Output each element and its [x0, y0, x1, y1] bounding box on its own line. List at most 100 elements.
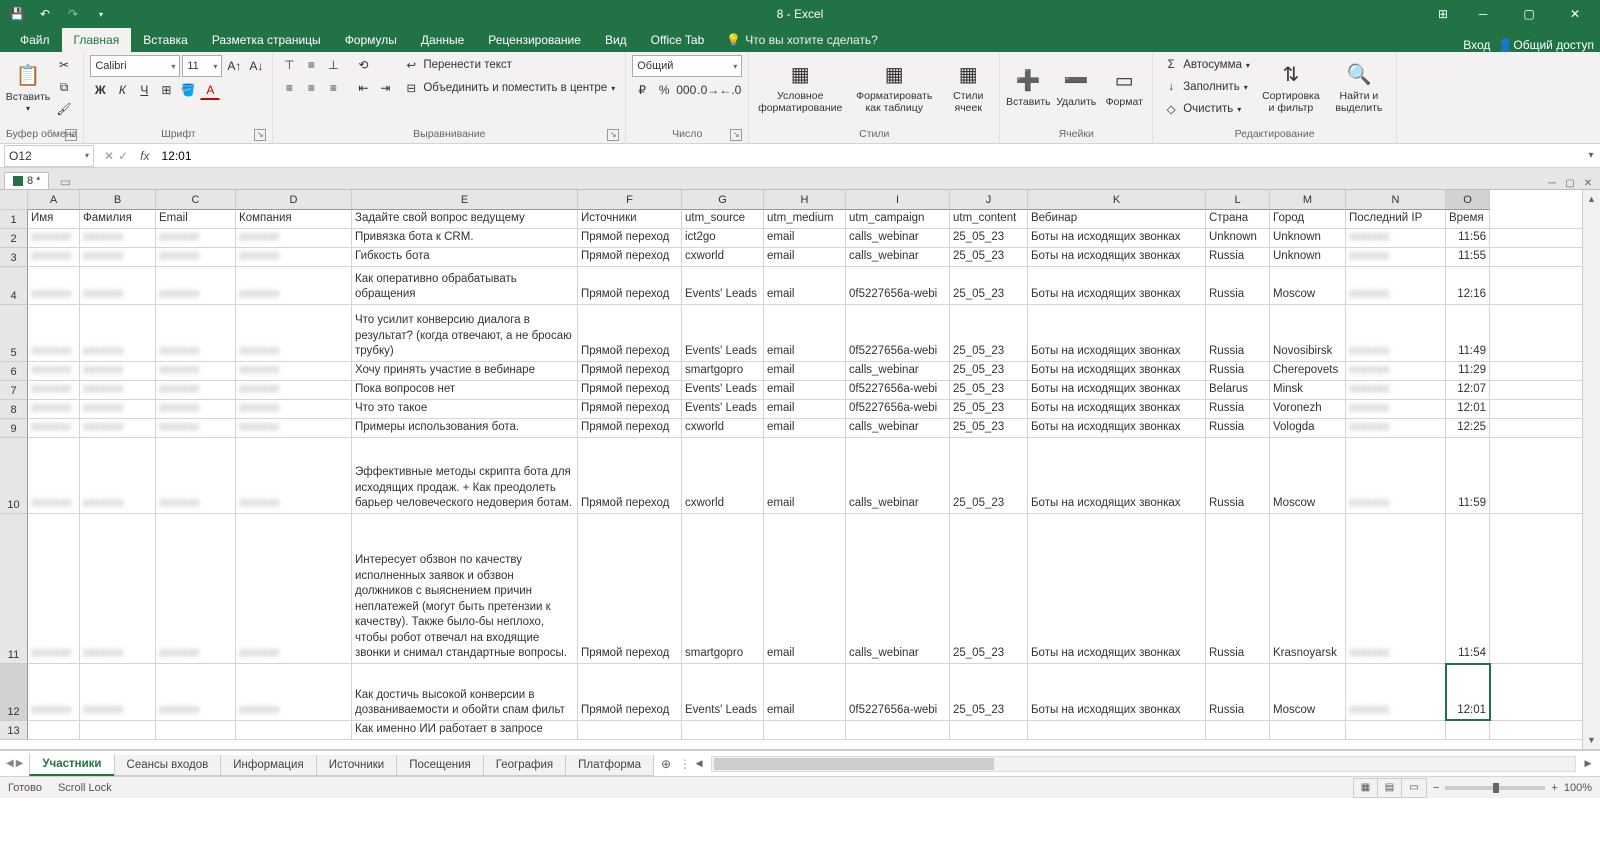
- horizontal-scrollbar[interactable]: ◀ ▶: [687, 756, 1600, 772]
- cell[interactable]: Интересует обзвон по качеству исполненны…: [352, 514, 578, 663]
- help-icon[interactable]: ⊞: [1428, 0, 1458, 28]
- format-as-table-button[interactable]: ▦Форматировать как таблицу: [849, 55, 939, 121]
- minimize-button[interactable]: ─: [1462, 0, 1504, 28]
- align-top-icon[interactable]: ⊤: [279, 55, 299, 75]
- cell[interactable]: calls_webinar: [846, 248, 950, 266]
- header-cell[interactable]: Город: [1270, 210, 1346, 228]
- cell[interactable]: Боты на исходящих звонках: [1028, 400, 1206, 418]
- row-header[interactable]: 13: [0, 721, 28, 740]
- cell[interactable]: Minsk: [1270, 381, 1346, 399]
- tab-layout[interactable]: Разметка страницы: [200, 28, 333, 52]
- number-format-combo[interactable]: Общий▾: [632, 55, 742, 77]
- sheet-tab[interactable]: Источники: [316, 755, 398, 776]
- cell[interactable]: email: [764, 381, 846, 399]
- cell[interactable]: 25_05_23: [950, 229, 1028, 247]
- cell[interactable]: 0f5227656a-webi: [846, 381, 950, 399]
- cell[interactable]: xxxxxxx: [80, 381, 156, 399]
- row-header[interactable]: 3: [0, 248, 28, 267]
- column-header[interactable]: D: [236, 190, 352, 210]
- cell[interactable]: Боты на исходящих звонках: [1028, 362, 1206, 380]
- header-cell[interactable]: Источники: [578, 210, 682, 228]
- cell[interactable]: Russia: [1206, 438, 1270, 513]
- cell[interactable]: xxxxxxx: [1346, 381, 1446, 399]
- cell[interactable]: [1028, 721, 1206, 739]
- cell[interactable]: smartgopro: [682, 362, 764, 380]
- add-sheet-button[interactable]: ⊕: [653, 757, 679, 771]
- cell[interactable]: xxxxxxx: [1346, 419, 1446, 437]
- tab-insert[interactable]: Вставка: [131, 28, 200, 52]
- cell[interactable]: [1346, 721, 1446, 739]
- cell[interactable]: Хочу принять участие в вебинаре: [352, 362, 578, 380]
- zoom-out-icon[interactable]: −: [1433, 782, 1439, 794]
- sheet-tab[interactable]: Участники: [29, 754, 114, 776]
- currency-icon[interactable]: ₽: [632, 80, 652, 100]
- undo-icon[interactable]: ↶: [34, 3, 56, 25]
- find-select-button[interactable]: 🔍Найти и выделить: [1328, 55, 1390, 121]
- cell[interactable]: xxxxxxx: [156, 305, 236, 361]
- cell[interactable]: xxxxxxx: [28, 514, 80, 663]
- cell[interactable]: email: [764, 419, 846, 437]
- cancel-formula-icon[interactable]: ✕: [104, 149, 114, 163]
- cell[interactable]: 11:56: [1446, 229, 1490, 247]
- select-all-corner[interactable]: [0, 190, 28, 210]
- cell[interactable]: 12:01: [1446, 664, 1490, 720]
- cell[interactable]: Events' Leads: [682, 400, 764, 418]
- tab-home[interactable]: Главная: [62, 28, 132, 52]
- header-cell[interactable]: utm_source: [682, 210, 764, 228]
- cell[interactable]: Moscow: [1270, 267, 1346, 304]
- cell[interactable]: Что усилит конверсию диалога в результат…: [352, 305, 578, 361]
- cell[interactable]: [950, 721, 1028, 739]
- cell[interactable]: xxxxxxx: [156, 400, 236, 418]
- sheet-tab[interactable]: Сеансы входов: [114, 755, 222, 776]
- cell[interactable]: Unknown: [1270, 248, 1346, 266]
- zoom-slider[interactable]: [1445, 786, 1545, 790]
- cell[interactable]: xxxxxxx: [1346, 248, 1446, 266]
- underline-button[interactable]: Ч: [134, 80, 154, 100]
- cell[interactable]: 12:01: [1446, 400, 1490, 418]
- row-header[interactable]: 6: [0, 362, 28, 381]
- tab-formulas[interactable]: Формулы: [333, 28, 409, 52]
- maximize-button[interactable]: ▢: [1508, 0, 1550, 28]
- cell[interactable]: xxxxxxx: [1346, 362, 1446, 380]
- cell[interactable]: email: [764, 664, 846, 720]
- column-header[interactable]: K: [1028, 190, 1206, 210]
- sheet-tab[interactable]: Платформа: [565, 755, 654, 776]
- header-cell[interactable]: Компания: [236, 210, 352, 228]
- cell[interactable]: 12:16: [1446, 267, 1490, 304]
- mdi-close-icon[interactable]: ✕: [1580, 178, 1596, 189]
- cell[interactable]: Russia: [1206, 305, 1270, 361]
- cell[interactable]: Боты на исходящих звонках: [1028, 419, 1206, 437]
- cell[interactable]: Боты на исходящих звонках: [1028, 381, 1206, 399]
- header-cell[interactable]: Задайте свой вопрос ведущему: [352, 210, 578, 228]
- align-middle-icon[interactable]: ≡: [301, 55, 321, 75]
- comma-icon[interactable]: 000: [676, 80, 696, 100]
- insert-cells-button[interactable]: ➕Вставить: [1006, 55, 1050, 121]
- cell[interactable]: Прямой переход: [578, 305, 682, 361]
- cell[interactable]: 11:49: [1446, 305, 1490, 361]
- conditional-formatting-button[interactable]: ▦Условное форматирование: [755, 55, 845, 121]
- cell[interactable]: Moscow: [1270, 438, 1346, 513]
- formula-input[interactable]: [155, 145, 1582, 167]
- align-bottom-icon[interactable]: ⊥: [323, 55, 343, 75]
- cell[interactable]: Прямой переход: [578, 362, 682, 380]
- cell[interactable]: Прямой переход: [578, 229, 682, 247]
- cell[interactable]: xxxxxxx: [1346, 267, 1446, 304]
- cell[interactable]: Прямой переход: [578, 419, 682, 437]
- cell[interactable]: Пока вопросов нет: [352, 381, 578, 399]
- cell[interactable]: Как именно ИИ работает в запросе: [352, 721, 578, 739]
- cell[interactable]: 12:25: [1446, 419, 1490, 437]
- cell[interactable]: Events' Leads: [682, 305, 764, 361]
- cell[interactable]: xxxxxxx: [236, 400, 352, 418]
- cell[interactable]: 25_05_23: [950, 381, 1028, 399]
- sheet-tab[interactable]: Посещения: [396, 755, 484, 776]
- header-cell[interactable]: Время: [1446, 210, 1490, 228]
- cell[interactable]: xxxxxxx: [80, 514, 156, 663]
- cell[interactable]: calls_webinar: [846, 438, 950, 513]
- row-header[interactable]: 5: [0, 305, 28, 362]
- cell[interactable]: Unknown: [1270, 229, 1346, 247]
- border-icon[interactable]: ⊞: [156, 80, 176, 100]
- cell[interactable]: Боты на исходящих звонках: [1028, 438, 1206, 513]
- cell[interactable]: Прямой переход: [578, 267, 682, 304]
- row-header[interactable]: 9: [0, 419, 28, 438]
- increase-decimal-icon[interactable]: .0→: [698, 80, 718, 100]
